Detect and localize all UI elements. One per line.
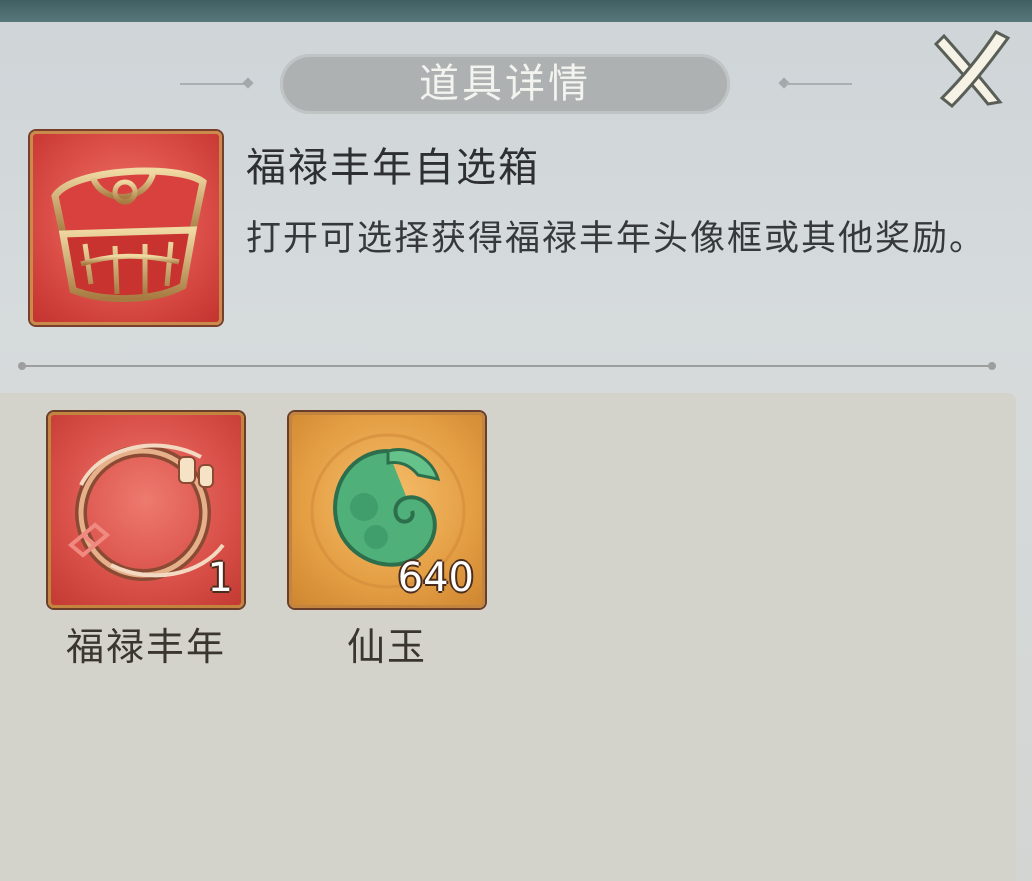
reward-count: 1 xyxy=(207,555,233,601)
page-title: 道具详情 xyxy=(419,61,591,107)
treasure-chest-icon xyxy=(51,167,207,303)
divider-dot-left xyxy=(18,362,26,370)
section-divider xyxy=(18,362,996,370)
title-diamond-left xyxy=(242,77,254,89)
title-banner-area: 道具详情 xyxy=(180,52,852,120)
reward-label: 福禄丰年 xyxy=(65,625,226,669)
item-description: 打开可选择获得福禄丰年头像框或其他奖励。 xyxy=(246,219,987,259)
divider-line xyxy=(24,365,990,367)
close-button[interactable] xyxy=(930,26,1014,110)
reward-item-avatar-frame[interactable]: 1 福禄丰年 xyxy=(48,412,244,671)
item-name: 福禄丰年自选箱 xyxy=(246,145,540,191)
item-icon-frame xyxy=(30,131,222,325)
divider-dot-right xyxy=(988,362,996,370)
title-divider-right xyxy=(786,83,852,85)
reward-icon-frame[interactable]: 1 xyxy=(48,412,244,608)
reward-icon-frame[interactable]: 640 xyxy=(289,412,485,608)
close-icon xyxy=(933,30,1011,109)
title-divider-left xyxy=(180,83,246,85)
reward-item-jade[interactable]: 640 仙玉 xyxy=(289,412,485,671)
reward-count: 640 xyxy=(397,555,474,601)
reward-label: 仙玉 xyxy=(346,625,427,669)
title-banner: 道具详情 xyxy=(280,54,730,114)
